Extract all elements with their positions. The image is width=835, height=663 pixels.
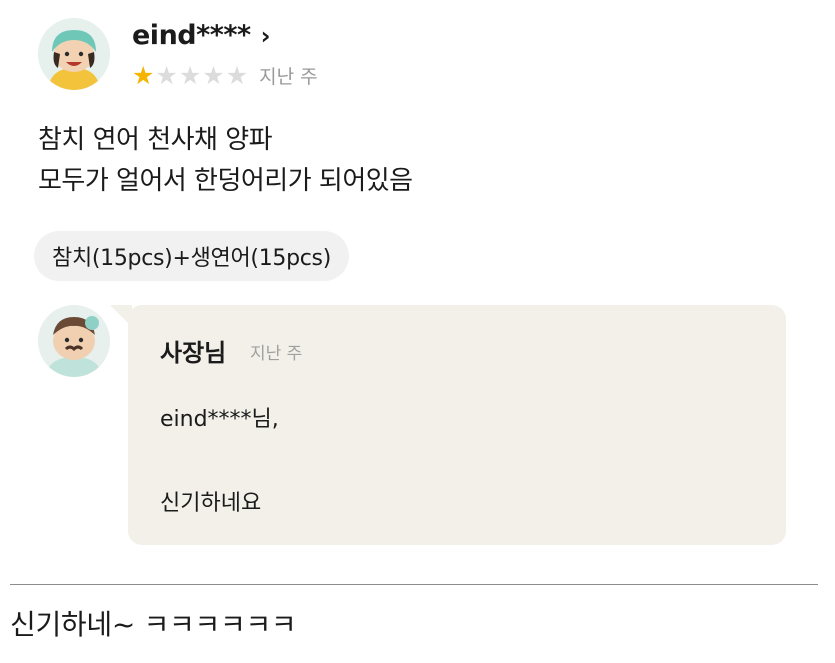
divider <box>10 584 818 585</box>
review-card: eind**** › ★ ★ ★ ★ ★ 지난 주 참치 연어 천사채 양파 모… <box>0 0 835 580</box>
star-icon: ★ <box>225 61 249 90</box>
caption-text: 신기하네~ ㅋㅋㅋㅋㅋㅋ <box>10 608 297 641</box>
reply-date: 지난 주 <box>250 344 303 364</box>
rating-row: ★ ★ ★ ★ ★ 지난 주 <box>132 62 318 89</box>
chevron-right-icon: › <box>260 21 271 50</box>
review-text: 참치 연어 천사채 양파 모두가 얼어서 한덩어리가 되어있음 <box>38 120 413 202</box>
review-text-line: 참치 연어 천사채 양파 <box>38 125 273 155</box>
star-icon: ★ <box>178 61 202 90</box>
review-date: 지난 주 <box>259 66 318 88</box>
username-text: eind**** <box>132 20 251 51</box>
star-icon: ★ <box>132 61 155 90</box>
user-avatar[interactable] <box>38 18 110 90</box>
username-link[interactable]: eind**** › <box>132 20 271 51</box>
owner-reply: 사장님 지난 주 eind****님, 신기하네요 <box>128 305 786 545</box>
star-icon: ★ <box>202 61 225 90</box>
reply-message: 신기하네요 <box>160 491 262 516</box>
reply-greeting: eind****님, <box>160 407 279 432</box>
review-text-line: 모두가 얼어서 한덩어리가 되어있음 <box>38 166 413 196</box>
star-icon: ★ <box>155 61 178 90</box>
ordered-menu-chip[interactable]: 참치(15pcs)+생연어(15pcs) <box>34 231 349 281</box>
owner-name: 사장님 <box>160 339 227 367</box>
owner-avatar <box>38 305 110 377</box>
